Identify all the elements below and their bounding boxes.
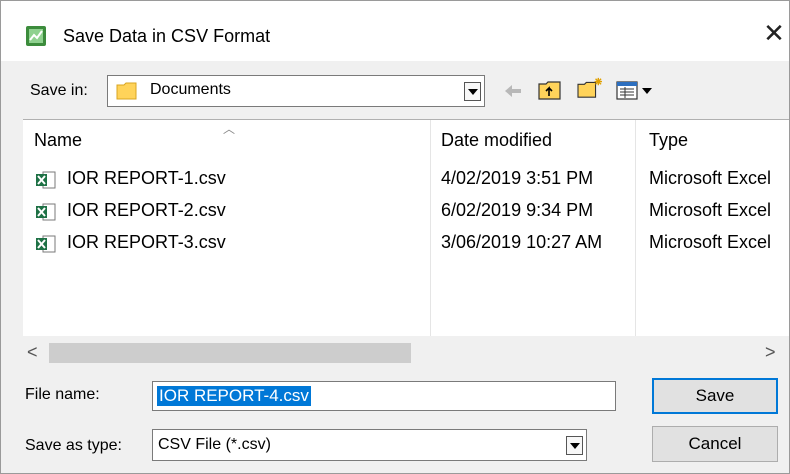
sort-ascending-icon: ︿ (223, 122, 236, 136)
up-folder-icon[interactable] (537, 78, 563, 102)
save-as-type-value: CSV File (*.csv) (158, 436, 271, 453)
excel-csv-file-icon (36, 203, 56, 221)
file-name: IOR REPORT-3.csv (67, 232, 226, 252)
chevron-down-icon[interactable] (566, 436, 583, 455)
column-header-name[interactable]: Name (34, 130, 82, 151)
file-date: 4/02/2019 3:51 PM (441, 168, 594, 188)
excel-csv-file-icon (36, 235, 56, 253)
excel-csv-file-icon (36, 171, 56, 189)
file-list[interactable]: ︿ Name Date modified Type IOR REPORT-1.c… (23, 119, 789, 370)
save-as-type-label: Save as type: (25, 437, 122, 454)
column-header-type[interactable]: Type (649, 130, 688, 151)
close-button[interactable]: ✕ (759, 19, 789, 49)
app-icon (26, 26, 46, 46)
file-name-label: File name: (25, 386, 100, 403)
scroll-left-arrow-icon[interactable]: < (27, 342, 38, 363)
file-type: Microsoft Excel (649, 168, 772, 188)
title-bar[interactable]: Save Data in CSV Format ✕ (1, 1, 789, 61)
file-name-input[interactable]: IOR REPORT-4.csv (152, 381, 616, 411)
view-menu-icon[interactable] (615, 79, 663, 103)
file-row[interactable]: IOR REPORT-3.csv 3/06/2019 10:27 AM Micr… (23, 228, 789, 260)
file-type: Microsoft Excel (649, 200, 772, 220)
save-dialog: Save Data in CSV Format ✕ Save in: Docum… (0, 0, 790, 474)
back-arrow-icon[interactable] (501, 79, 525, 103)
horizontal-scrollbar[interactable]: < > (23, 336, 789, 370)
save-in-label: Save in: (30, 82, 88, 99)
file-name: IOR REPORT-2.csv (67, 200, 226, 220)
cancel-button[interactable]: Cancel (652, 426, 778, 462)
save-button[interactable]: Save (652, 378, 778, 414)
folder-icon (116, 82, 137, 100)
save-in-value: Documents (150, 81, 231, 98)
save-as-type-dropdown[interactable]: CSV File (*.csv) (152, 429, 587, 461)
file-name-value: IOR REPORT-4.csv (157, 386, 311, 406)
file-row[interactable]: IOR REPORT-2.csv 6/02/2019 9:34 PM Micro… (23, 196, 789, 228)
file-date: 3/06/2019 10:27 AM (441, 232, 603, 252)
scroll-right-arrow-icon[interactable]: > (765, 342, 776, 363)
file-date: 6/02/2019 9:34 PM (441, 200, 594, 220)
column-header-date-modified[interactable]: Date modified (441, 130, 552, 151)
save-in-dropdown[interactable]: Documents (107, 75, 485, 107)
new-folder-icon[interactable] (575, 76, 605, 100)
file-type: Microsoft Excel (649, 232, 772, 252)
window-title: Save Data in CSV Format (63, 26, 271, 46)
scrollbar-thumb[interactable] (49, 343, 411, 363)
chevron-down-icon[interactable] (464, 82, 481, 101)
file-row[interactable]: IOR REPORT-1.csv 4/02/2019 3:51 PM Micro… (23, 164, 789, 196)
file-name: IOR REPORT-1.csv (67, 168, 226, 188)
